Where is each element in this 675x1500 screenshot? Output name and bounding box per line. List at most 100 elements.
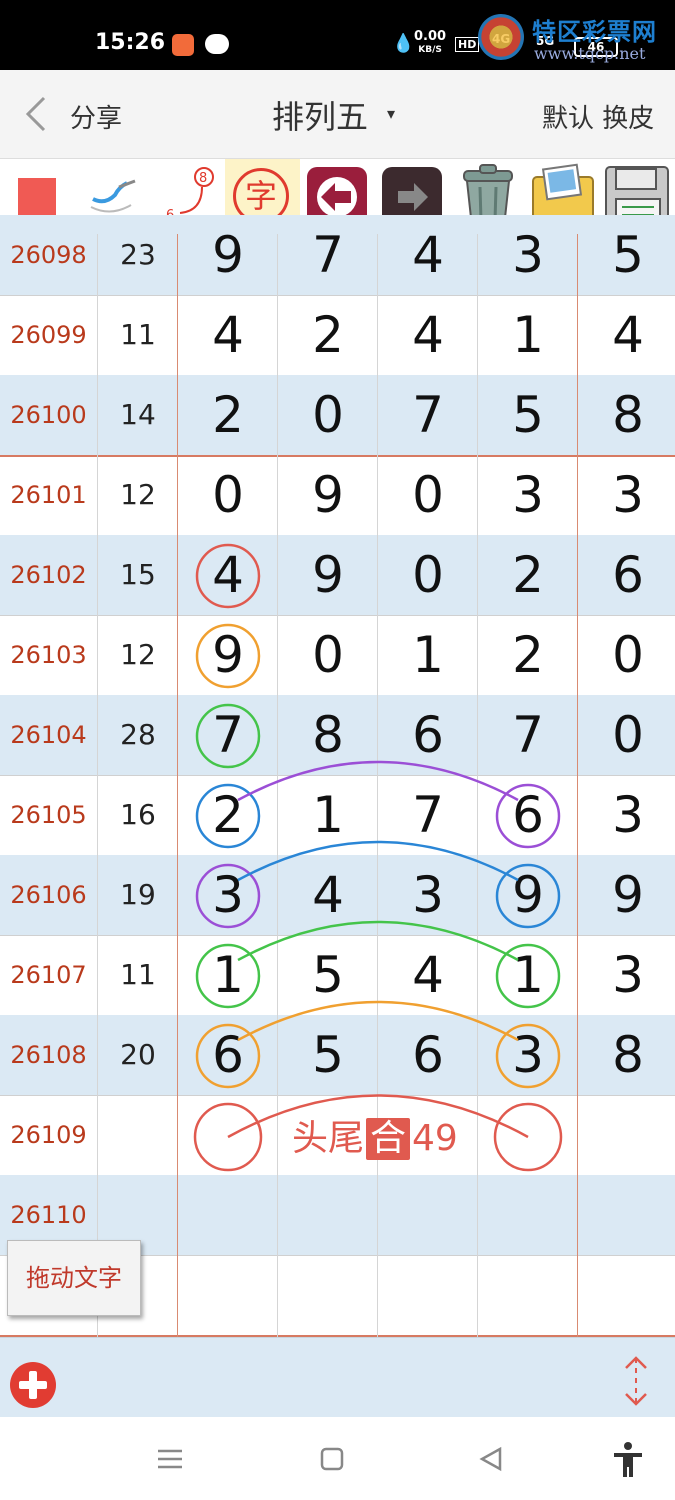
table-row[interactable]: 26100 14 2 0 7 5 8 [0,375,675,455]
digit-cell[interactable]: 1 [278,775,378,855]
digit-cell[interactable]: 4 [378,215,478,295]
menu-icon[interactable] [150,1439,190,1479]
digit-cell[interactable]: 5 [578,215,675,295]
digit-cell[interactable]: 6 [378,695,478,775]
column-divider [177,234,178,1337]
table-row[interactable]: 26099 11 4 2 4 1 4 [0,295,675,375]
digit-cell[interactable]: 4 [178,535,278,615]
table-row[interactable]: 26106 19 3 4 3 9 9 [0,855,675,935]
table-row[interactable]: 26101 12 0 9 0 3 3 [0,455,675,535]
digit-cell[interactable]: 2 [178,375,278,455]
table-row[interactable]: 26108 20 6 5 6 3 8 [0,1015,675,1095]
table-row[interactable]: 26098 23 9 7 4 3 5 [0,215,675,295]
digit-cell[interactable] [178,1175,278,1255]
digit-cell[interactable]: 4 [178,295,278,375]
back-triangle-icon[interactable] [472,1439,512,1479]
drag-text-button[interactable]: 拖动文字 [7,1240,141,1316]
digit-cell[interactable]: 8 [278,695,378,775]
add-icon[interactable] [10,1362,56,1408]
network-speed-value: 0.00 [414,29,447,44]
digit-cell[interactable]: 4 [278,855,378,935]
digit-cell[interactable] [178,1255,278,1335]
digit-cell[interactable] [278,1175,378,1255]
digit-cell[interactable]: 0 [178,455,278,535]
table-row[interactable]: 26105 16 2 1 7 6 3 [0,775,675,855]
digit-cell[interactable]: 9 [178,615,278,695]
digit-cell[interactable]: 0 [278,615,378,695]
digit-cell[interactable] [578,1255,675,1335]
digit-cell[interactable]: 6 [578,535,675,615]
table-row[interactable]: 26107 11 1 5 4 1 3 [0,935,675,1015]
digit-cell[interactable]: 5 [478,375,578,455]
digit-cell[interactable]: 9 [578,855,675,935]
share-button[interactable]: 分享 [70,98,122,135]
home-square-icon[interactable] [312,1439,352,1479]
digit-cell[interactable] [378,1255,478,1335]
draw-grid[interactable]: 26098 23 9 7 4 3 5 26099 11 4 2 4 1 4 26100 14 2 0 7 5 8 2610… [0,215,675,1337]
digit-cell[interactable]: 2 [478,615,578,695]
digit-cell[interactable]: 6 [478,775,578,855]
table-row[interactable]: 26103 12 9 0 1 2 0 [0,615,675,695]
digit-cell[interactable]: 5 [278,935,378,1015]
digit-cell[interactable]: 8 [578,375,675,455]
digit-cell[interactable]: 0 [278,375,378,455]
digit-cell[interactable]: 1 [478,295,578,375]
digit-cell[interactable]: 2 [278,295,378,375]
digit-cell[interactable]: 6 [378,1015,478,1095]
digit-cell[interactable]: 3 [478,215,578,295]
digit-cell[interactable]: 7 [478,695,578,775]
red-square-icon [18,178,56,216]
title-dropdown-icon[interactable]: ▾ [387,104,395,123]
data-saver-icon: 💧 [392,33,415,54]
digit-cell[interactable]: 7 [178,695,278,775]
sum-value: 12 [120,478,156,511]
digit-cell[interactable]: 0 [378,535,478,615]
digit-cell[interactable]: 8 [578,1015,675,1095]
digit-cell[interactable]: 9 [478,855,578,935]
digit-cell[interactable] [578,1095,675,1175]
digit-cell[interactable] [478,1175,578,1255]
digit-cell[interactable]: 9 [278,535,378,615]
digit-cell[interactable]: 3 [578,775,675,855]
digit-cell[interactable]: 1 [378,615,478,695]
digit-cell[interactable]: 7 [378,775,478,855]
accessibility-icon[interactable] [608,1439,648,1479]
watermark-title: 特区彩票网 [532,18,657,46]
digit-cell[interactable]: 1 [478,935,578,1015]
digit-cell[interactable]: 6 [178,1015,278,1095]
issue-number: 26102 [10,561,87,589]
page-title[interactable]: 排列五 [272,92,368,138]
digit-cell[interactable]: 3 [478,1015,578,1095]
back-arrow-icon[interactable] [24,96,46,132]
skin-menu-button[interactable]: 默认 换皮 [542,98,654,135]
digit-cell[interactable]: 0 [578,615,675,695]
digit-cell[interactable] [578,1175,675,1255]
digit-cell[interactable]: 9 [178,215,278,295]
digit-cell[interactable]: 4 [578,295,675,375]
digit-cell[interactable]: 0 [378,455,478,535]
digit-cell[interactable]: 1 [178,935,278,1015]
digit-cell[interactable] [478,1255,578,1335]
digit-cell[interactable]: 0 [578,695,675,775]
digit-cell[interactable]: 4 [378,295,478,375]
expand-vertical-icon[interactable] [620,1354,652,1408]
digit-cell[interactable]: 5 [278,1015,378,1095]
digit-cell[interactable]: 3 [578,935,675,1015]
digit-cell[interactable]: 3 [478,455,578,535]
digit-cell[interactable]: 4 [378,935,478,1015]
digit-cell[interactable]: 3 [378,855,478,935]
table-row[interactable]: 26102 15 4 9 0 2 6 [0,535,675,615]
digit-cell[interactable]: 3 [578,455,675,535]
digit-cell[interactable] [378,1175,478,1255]
digit-cell[interactable]: 7 [378,375,478,455]
table-row[interactable]: 26104 28 7 8 6 7 0 [0,695,675,775]
digit-cell[interactable]: 2 [478,535,578,615]
digit-cell[interactable] [278,1255,378,1335]
digit-cell[interactable]: 7 [278,215,378,295]
digit-cell[interactable]: 2 [178,775,278,855]
digit-cell[interactable] [178,1095,278,1175]
digit-cell[interactable]: 9 [278,455,378,535]
network-speed-unit: KB/S [418,45,442,55]
digit-cell[interactable] [478,1095,578,1175]
digit-cell[interactable]: 3 [178,855,278,935]
